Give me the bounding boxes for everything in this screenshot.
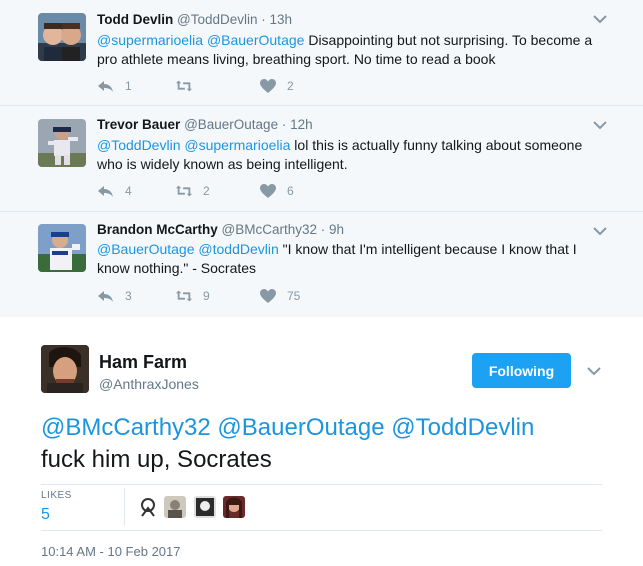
main-author-handle[interactable]: @AnthraxJones — [99, 376, 199, 392]
mention-link[interactable]: @BauerOutage — [217, 414, 384, 441]
following-button[interactable]: Following — [472, 353, 571, 388]
liker-avatar[interactable] — [164, 496, 186, 518]
tweet-text-line1: "I know that I'm intelligent because I k… — [278, 241, 577, 257]
tweet-header: Todd Devlin @ToddDevlin · 13h — [97, 12, 292, 27]
like-button[interactable]: 2 — [259, 78, 294, 94]
mention-link[interactable]: @BMcCarthy32 — [41, 414, 211, 441]
likes-label: LIKES — [41, 490, 72, 501]
retweet-button[interactable] — [175, 78, 203, 94]
tweet-text-line2: know nothing." - Socrates — [97, 259, 257, 276]
like-count: 75 — [287, 289, 301, 303]
like-icon — [260, 184, 276, 198]
liker-avatar[interactable] — [194, 496, 216, 518]
author-handle[interactable]: @BauerOutage — [184, 117, 278, 132]
retweet-count: 9 — [203, 289, 210, 303]
main-tweet-text-line2: fuck him up, Socrates — [41, 446, 272, 473]
tweet-timestamp[interactable]: 10:14 AM - 10 Feb 2017 — [41, 544, 180, 559]
liker-avatar[interactable] — [223, 496, 245, 518]
retweet-button[interactable]: 9 — [175, 288, 210, 304]
chevron-down-icon[interactable] — [593, 14, 607, 24]
main-author-name[interactable]: Ham Farm — [99, 352, 187, 373]
reply-count: 3 — [125, 289, 132, 303]
author-name[interactable]: Todd Devlin — [97, 12, 173, 27]
retweet-icon — [175, 185, 193, 197]
reply-count: 1 — [125, 79, 132, 93]
divider — [41, 530, 602, 531]
chevron-down-icon[interactable] — [593, 226, 607, 236]
reply-button[interactable]: 3 — [97, 288, 132, 304]
tweet-time[interactable]: · 9h — [321, 222, 344, 237]
like-button[interactable]: 6 — [259, 183, 294, 199]
avatar[interactable] — [38, 13, 86, 61]
mention-link[interactable]: @ToddDevlin — [97, 137, 180, 153]
mention-link[interactable]: @BauerOutage — [207, 32, 305, 48]
reply-icon — [98, 291, 113, 302]
tweet-time[interactable]: · 13h — [261, 12, 292, 27]
tweet-text: @supermarioelia @BauerOutage Disappointi… — [97, 31, 617, 68]
avatar[interactable] — [41, 345, 89, 393]
reply-icon — [98, 186, 113, 197]
tweet-text-line2: who is widely known as being intelligent… — [97, 155, 348, 172]
tweet-header: Trevor Bauer @BauerOutage · 12h — [97, 117, 313, 132]
mention-link[interactable]: @supermarioelia — [97, 32, 203, 48]
liker-avatar[interactable] — [137, 496, 159, 518]
like-icon — [260, 79, 276, 93]
retweet-icon — [175, 80, 193, 92]
tweet-time[interactable]: · 12h — [282, 117, 313, 132]
author-handle[interactable]: @ToddDevlin — [177, 12, 258, 27]
mention-link[interactable]: @ToddDevlin — [391, 414, 534, 441]
mention-link[interactable]: @toddDevlin — [198, 241, 278, 257]
replies-section: Todd Devlin @ToddDevlin · 13h @supermari… — [0, 0, 643, 317]
tweet-text: @BauerOutage @toddDevlin "I know that I'… — [97, 240, 617, 277]
tweet-text-line1: Disappointing but not surprising. To bec… — [304, 32, 593, 48]
avatar[interactable] — [38, 119, 86, 167]
avatar[interactable] — [38, 224, 86, 272]
main-tweet-text: @BMcCarthy32 @BauerOutage @ToddDevlin fu… — [41, 412, 621, 476]
tweet-header: Brandon McCarthy @BMcCarthy32 · 9h — [97, 222, 344, 237]
chevron-down-icon[interactable] — [586, 366, 602, 376]
like-count: 2 — [287, 79, 294, 93]
author-name[interactable]: Trevor Bauer — [97, 117, 180, 132]
reply-count: 4 — [125, 184, 132, 198]
tweet-text-line1: lol this is actually funny talking about… — [290, 137, 583, 153]
reply-button[interactable]: 4 — [97, 183, 132, 199]
author-name[interactable]: Brandon McCarthy — [97, 222, 218, 237]
like-icon — [260, 289, 276, 303]
divider — [41, 484, 602, 485]
like-button[interactable]: 75 — [259, 288, 300, 304]
likes-count[interactable]: 5 — [41, 506, 50, 524]
reply-icon — [98, 81, 113, 92]
chevron-down-icon[interactable] — [593, 120, 607, 130]
reply-button[interactable]: 1 — [97, 78, 132, 94]
retweet-count: 2 — [203, 184, 210, 198]
tweet-text: @ToddDevlin @supermarioelia lol this is … — [97, 136, 617, 173]
mention-link[interactable]: @supermarioelia — [184, 137, 290, 153]
retweet-icon — [175, 290, 193, 302]
tweet-text-line2: pro athlete means living, breathing spor… — [97, 50, 496, 67]
like-count: 6 — [287, 184, 294, 198]
mention-link[interactable]: @BauerOutage — [97, 241, 195, 257]
divider — [124, 488, 125, 526]
retweet-button[interactable]: 2 — [175, 183, 210, 199]
author-handle[interactable]: @BMcCarthy32 — [222, 222, 317, 237]
